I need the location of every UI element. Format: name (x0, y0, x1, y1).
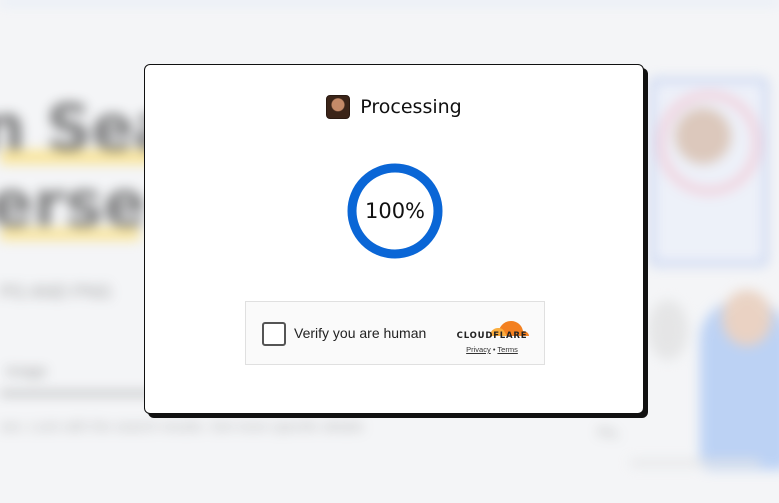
modal-title: Processing (360, 96, 462, 118)
bg-subtitle: PG AND PNG (0, 282, 113, 302)
progress-percentage: 100% (364, 199, 426, 223)
privacy-link[interactable]: Privacy (466, 345, 491, 354)
verify-checkbox[interactable] (262, 322, 286, 346)
bg-illustration-face (675, 108, 731, 164)
link-separator: • (492, 345, 496, 354)
bg-illustration-figure (648, 300, 688, 360)
captcha-widget: Verify you are human CLOUDFLARE Privacy … (245, 301, 545, 365)
modal-header: Processing (145, 95, 643, 119)
cloudflare-wordmark: CLOUDFLARE (456, 331, 528, 341)
captcha-links: Privacy • Terms (454, 345, 530, 354)
terms-link[interactable]: Terms (497, 345, 517, 354)
bg-caption: Pa.. (598, 424, 623, 440)
verify-label: Verify you are human (294, 325, 427, 341)
progress-ring: 100% (345, 161, 445, 261)
bg-note: ses. Lock with the search results. Get m… (0, 418, 364, 434)
bg-illustration-head (722, 290, 772, 346)
page: n Sear erse Im PG AND PNG image ses. Loc… (0, 0, 779, 503)
bg-top-bar (0, 0, 779, 4)
processing-modal: Processing 100% Verify you are human CLO… (144, 64, 644, 414)
avatar-thumbnail-icon (326, 95, 351, 119)
bg-input: image (0, 352, 166, 395)
bg-divider (630, 460, 760, 466)
